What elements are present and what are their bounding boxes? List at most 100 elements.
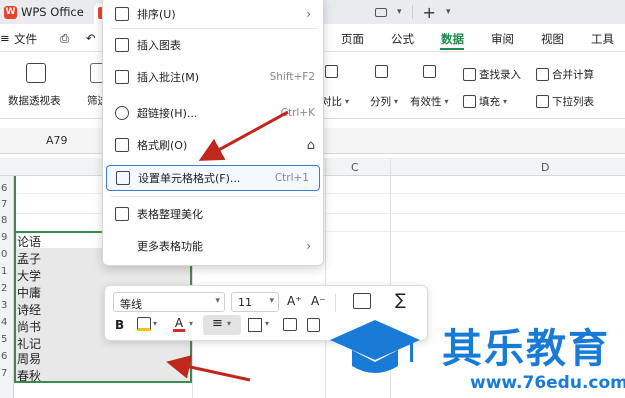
menu-icon[interactable]: ≡ <box>0 31 10 45</box>
cell-a17[interactable]: 春秋 <box>17 367 41 383</box>
table-beautify-icon <box>115 207 129 221</box>
font-color-icon[interactable]: A <box>173 316 185 332</box>
font-name-select[interactable]: 等线 ▾ <box>113 292 225 312</box>
sum-icon[interactable]: ∑ <box>395 290 406 309</box>
merge-calc-label: 合并计算 <box>552 69 594 81</box>
app-tab-label: WPS Office <box>21 5 84 19</box>
row-number[interactable]: 4 <box>0 317 14 328</box>
font-size-select[interactable]: 11 ▾ <box>231 292 279 312</box>
column-header-c[interactable]: C <box>351 161 359 174</box>
increase-font-button[interactable]: A⁺ <box>287 294 302 308</box>
window-mode-icon[interactable] <box>375 7 387 17</box>
toolbar-separator <box>335 294 336 312</box>
cell-a14[interactable]: 尚书 <box>17 318 41 334</box>
red-arrow-icon <box>166 355 251 382</box>
compare-button[interactable]: 对比 ▾ <box>321 94 349 109</box>
compare-icon <box>325 65 338 78</box>
row-number[interactable]: 5 <box>0 334 14 345</box>
compare-top-icon-wrap[interactable] <box>325 65 338 78</box>
red-arrow-icon <box>198 110 289 161</box>
chevron-down-icon: ▾ <box>227 319 232 328</box>
row-number[interactable]: 6 <box>0 351 14 362</box>
row-number[interactable]: 0 <box>0 249 14 260</box>
split-columns-icon <box>375 65 388 78</box>
menu-item-label: 插入批注(M) <box>137 71 200 84</box>
menu-item-label: 插入图表 <box>137 39 181 52</box>
tab-data[interactable]: 数据 <box>441 31 464 47</box>
menu-item-shortcut: Shift+F2 <box>269 71 315 83</box>
split-icon-wrap[interactable] <box>375 65 388 78</box>
tab-tools[interactable]: 工具 <box>591 31 614 47</box>
dropdown-list-button[interactable]: 下拉列表 <box>536 94 594 109</box>
bold-button[interactable]: B <box>115 318 124 332</box>
pivot-table-button[interactable]: 数据透视表 <box>8 93 61 108</box>
row-number[interactable]: 6 <box>0 183 14 194</box>
cell-a10[interactable]: 孟子 <box>17 250 41 266</box>
menu-item-insert-comment[interactable]: 插入批注(M) Shift+F2 <box>103 64 325 90</box>
menu-file[interactable]: 文件 <box>14 31 37 47</box>
menu-item-insert-chart[interactable]: 插入图表 <box>103 32 325 58</box>
merge-calc-button[interactable]: 合并计算 <box>536 67 594 82</box>
merge-calc-icon <box>536 68 549 81</box>
validity-icon-wrap[interactable] <box>423 65 436 78</box>
split-button[interactable]: 分列 ▾ <box>370 94 398 109</box>
format-cells-icon <box>116 171 130 185</box>
tab-view[interactable]: 视图 <box>541 31 564 47</box>
row-number[interactable]: 7 <box>0 199 14 210</box>
row-number[interactable]: 3 <box>0 300 14 311</box>
tab-formula[interactable]: 公式 <box>391 31 414 47</box>
row-number[interactable]: 8 <box>0 215 14 226</box>
cell-a12[interactable]: 中庸 <box>17 284 41 300</box>
borders-icon[interactable] <box>248 318 262 332</box>
cell-a13[interactable]: 诗经 <box>17 301 41 317</box>
row-number[interactable]: 2 <box>0 283 14 294</box>
lookup-label: 查找录入 <box>479 69 521 81</box>
more-options-icon[interactable] <box>307 318 320 332</box>
menu-item-table-beautify[interactable]: 表格整理美化 <box>103 201 325 227</box>
format-painter-icon <box>115 138 129 152</box>
cell-a16[interactable]: 周易 <box>17 350 41 366</box>
chevron-down-icon: ▾ <box>345 97 350 106</box>
new-tab-plus-icon[interactable]: + <box>423 3 436 22</box>
wps-office-tab[interactable]: W WPS Office <box>0 0 88 24</box>
fill-color-icon[interactable] <box>137 317 151 331</box>
row-number[interactable]: 9 <box>0 232 14 243</box>
menu-item-sort[interactable]: 排序(U) › <box>103 1 325 27</box>
chevron-down-icon[interactable]: ▾ <box>265 319 269 328</box>
tab-list-chevron-icon[interactable]: ▾ <box>446 7 451 17</box>
title-controls: ▾ + ▾ <box>375 0 450 24</box>
font-name-value: 等线 <box>120 298 142 311</box>
format-brush-icon[interactable] <box>283 318 297 331</box>
menu-item-label: 表格整理美化 <box>137 208 203 221</box>
lookup-button[interactable]: 查找录入 <box>463 67 521 82</box>
name-box[interactable]: A79 <box>46 134 68 147</box>
chevron-down-icon[interactable]: ▾ <box>153 319 157 328</box>
menu-item-label: 排序(U) <box>137 8 176 21</box>
decrease-font-button[interactable]: A⁻ <box>311 294 326 308</box>
menu-item-label: 格式刷(O) <box>137 139 188 152</box>
pivot-table-label: 数据透视表 <box>8 95 61 107</box>
column-header-d[interactable]: D <box>541 161 549 174</box>
row-number[interactable]: 7 <box>0 368 14 379</box>
font-size-value: 11 <box>238 296 252 309</box>
row-number[interactable]: 1 <box>0 266 14 277</box>
tab-page[interactable]: 页面 <box>341 31 364 47</box>
menu-item-more-table-functions[interactable]: 更多表格功能 › <box>103 233 325 259</box>
validity-icon <box>423 65 436 78</box>
chart-icon <box>115 38 129 52</box>
cell-style-icon[interactable] <box>353 293 371 309</box>
cell-a15[interactable]: 礼记 <box>17 335 41 351</box>
chevron-down-icon[interactable]: ▾ <box>189 319 193 328</box>
comment-icon <box>115 70 129 84</box>
undo-icon[interactable]: ↶ <box>86 31 96 45</box>
fill-button[interactable]: 填充 ▾ <box>463 94 507 109</box>
chevron-down-icon[interactable]: ▾ <box>397 7 402 17</box>
title-divider <box>411 5 413 19</box>
cell-a11[interactable]: 大学 <box>17 267 41 283</box>
lookup-icon <box>463 68 476 81</box>
save-icon[interactable]: ⎙ <box>60 31 69 46</box>
validity-button[interactable]: 有效性 ▾ <box>410 94 449 109</box>
tab-review[interactable]: 审阅 <box>491 31 514 47</box>
pivot-table-icon[interactable] <box>26 63 46 83</box>
align-button[interactable]: ≡ ▾ <box>203 315 241 335</box>
